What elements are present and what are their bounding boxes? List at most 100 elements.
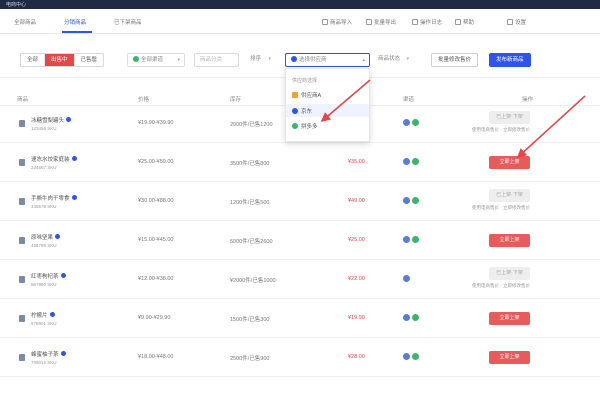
list-now-button[interactable]: 立即上架: [489, 312, 530, 325]
stock-info: 3500件/已售800: [230, 161, 270, 167]
import-action[interactable]: 商品导入: [322, 18, 352, 26]
product-code: 123456 SKU: [31, 126, 57, 131]
price-range: ¥9.90-¥29.90: [138, 315, 171, 321]
product-name[interactable]: 冰糖雪梨罐头: [31, 116, 72, 124]
sale-price: ¥49.00: [348, 198, 365, 204]
stock-info: 1200件/已售500: [230, 200, 270, 206]
export-icon: [366, 19, 372, 25]
channel-icons: [403, 158, 419, 165]
jd-channel-icon: [403, 197, 410, 204]
table-row: 红枣枸杞茶 567890 SKU ¥12.00-¥38.00 ¥2000件/已售100…: [0, 262, 600, 299]
jd-channel-icon: [403, 353, 410, 360]
chevron-down-icon: ▾: [268, 56, 271, 62]
stock-info: 2500件/已售900: [230, 356, 270, 362]
listed-status-button[interactable]: 已上架·下架: [489, 189, 530, 202]
tab-bar: 全部商品 分销商品 已下架商品 商品导入 批量导出 操作日志 帮助 设置: [0, 9, 600, 34]
provider-value: 选择供应商: [299, 57, 327, 63]
sale-price: ¥28.00: [348, 354, 365, 360]
product-name-text: 红枣枸杞茶: [31, 274, 59, 280]
pdd-channel-icon: [412, 236, 419, 243]
segment-sold-out[interactable]: 已售罄: [75, 54, 104, 66]
channel-icons: [403, 353, 419, 360]
jd-channel-icon: [403, 119, 410, 126]
price-note-link[interactable]: 使用电商售价 · 立即修改售价: [472, 127, 530, 133]
status-select[interactable]: 商品状态 ▾: [373, 53, 413, 67]
product-thumbnail-icon: [19, 315, 25, 322]
export-action[interactable]: 批量导出: [366, 18, 396, 26]
publish-product-button[interactable]: 发布新商品: [489, 53, 531, 67]
column-header-stock: 库存: [230, 97, 242, 103]
dropdown-item-jd[interactable]: 京东: [286, 104, 369, 117]
price-range: ¥19.90-¥39.90: [138, 120, 174, 126]
dropdown-item-pdd[interactable]: 拼多多: [292, 122, 318, 130]
listed-status-button[interactable]: 已上架·下架: [489, 111, 530, 124]
dropdown-item-label: 供应商A: [301, 93, 322, 99]
product-name-text: 冰糖雪梨罐头: [31, 118, 65, 124]
tab-all-products[interactable]: 全部商品: [14, 18, 36, 26]
list-now-button[interactable]: 立即上架: [489, 351, 530, 364]
stock-info: 1500件/已售300: [230, 317, 270, 323]
gear-icon: [507, 19, 513, 25]
product-name-text: 蜂蜜柚子茶: [31, 352, 59, 358]
product-code: 234567 SKU: [31, 165, 57, 170]
product-name[interactable]: 柠檬片: [31, 311, 55, 319]
help-icon: [455, 19, 461, 25]
product-thumbnail-icon: [19, 237, 25, 244]
listed-status-button[interactable]: 已上架·下架: [489, 267, 530, 280]
stock-info: 2000件/已售1200: [230, 122, 273, 128]
product-name[interactable]: 蜂蜜柚子茶: [31, 350, 66, 358]
log-label: 操作日志: [420, 20, 443, 26]
channel-icons: [403, 275, 410, 282]
product-thumbnail-icon: [19, 354, 25, 361]
tab-offshelf-products[interactable]: 已下架商品: [114, 18, 142, 26]
product-name-text: 柠檬片: [31, 313, 48, 319]
price-range: ¥15.00-¥45.00: [138, 237, 174, 243]
dropdown-header: 供应商选择: [292, 78, 318, 84]
dropdown-item-provider-a[interactable]: 供应商A: [292, 91, 321, 99]
list-now-button[interactable]: 立即上架: [489, 156, 530, 169]
channel-select[interactable]: 全部渠道 ▾: [127, 53, 185, 67]
jd-icon: [292, 107, 298, 114]
sort-select[interactable]: 排序 ▾: [245, 53, 275, 67]
price-note-link[interactable]: 使用电商售价 · 立即修改售价: [472, 283, 530, 289]
segment-all[interactable]: 全部: [21, 54, 46, 66]
chevron-down-icon: ▾: [177, 57, 180, 63]
top-bar: 电商中心: [0, 0, 600, 9]
product-name[interactable]: 原味坚果: [31, 233, 61, 241]
import-label: 商品导入: [330, 20, 353, 26]
price-note-link[interactable]: 使用电商售价 · 立即修改售价: [472, 205, 530, 211]
product-thumbnail-icon: [19, 120, 25, 127]
bulk-edit-price-button[interactable]: 批量修改售价: [431, 53, 479, 67]
provider-dot-icon: [291, 56, 297, 62]
category-select[interactable]: 商品分类: [194, 53, 239, 67]
dropdown-item-label: 京东: [301, 108, 313, 115]
jd-channel-icon: [403, 314, 410, 321]
product-name[interactable]: 手撕牛肉干零食: [31, 194, 77, 202]
table-row: 蜂蜜柚子茶 789012 SKU ¥18.00-¥48.00 2500件/已售900 ¥…: [0, 340, 600, 377]
segment-on-sale[interactable]: 出售中: [45, 54, 75, 66]
product-name[interactable]: 速冻水饺家庭装: [31, 155, 77, 163]
verified-icon: [66, 117, 72, 122]
verified-icon: [60, 273, 66, 278]
channel-icons: [403, 236, 419, 243]
channel-value: 全部渠道: [141, 57, 164, 63]
column-header-channel: 渠道: [403, 97, 415, 103]
help-action[interactable]: 帮助: [455, 18, 474, 26]
pdd-channel-icon: [412, 119, 419, 126]
stock-info: 5000件/已售2600: [230, 239, 273, 245]
export-label: 批量导出: [374, 20, 397, 26]
tab-distribution-products[interactable]: 分销商品: [64, 18, 86, 26]
list-now-button[interactable]: 立即上架: [489, 234, 530, 247]
pdd-channel-icon: [412, 197, 419, 204]
provider-select[interactable]: 选择供应商 ▴: [285, 53, 370, 67]
table-row: 速冻水饺家庭装 234567 SKU ¥25.00-¥59.00 3500件/已售80…: [0, 145, 600, 182]
product-name[interactable]: 红枣枸杞茶: [31, 272, 66, 280]
log-action[interactable]: 操作日志: [412, 18, 442, 26]
pdd-channel-icon: [412, 314, 419, 321]
price-range: ¥25.00-¥59.00: [138, 159, 174, 165]
price-range: ¥18.00-¥48.00: [138, 354, 174, 360]
sale-price: ¥22.00: [348, 276, 365, 282]
product-thumbnail-icon: [19, 159, 25, 166]
product-thumbnail-icon: [19, 276, 25, 283]
settings-action[interactable]: 设置: [507, 18, 526, 26]
